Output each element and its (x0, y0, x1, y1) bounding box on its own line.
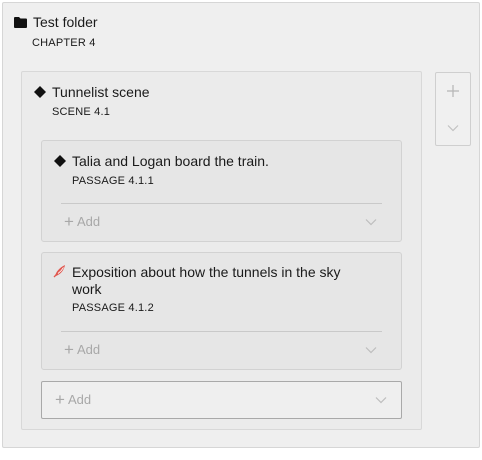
folder-side-controls (435, 72, 471, 146)
passage-add-button[interactable]: + Add (64, 341, 100, 358)
plus-icon: + (55, 390, 65, 409)
diamond-icon (54, 155, 66, 167)
passage-title-line: work (72, 281, 102, 297)
scene-header[interactable]: Tunnelist scene (34, 84, 150, 100)
folder-subtitle: CHAPTER 4 (32, 37, 96, 49)
folder-header[interactable]: Test folder (14, 14, 98, 30)
passage-header[interactable]: Talia and Logan board the train. (54, 153, 269, 169)
add-label: Add (67, 392, 92, 407)
scene-panel (21, 71, 422, 430)
chevron-down-icon[interactable] (365, 346, 377, 354)
diamond-icon (34, 86, 46, 98)
add-label: Add (76, 342, 101, 357)
chevron-down-icon[interactable] (375, 396, 387, 404)
quill-icon (53, 265, 65, 278)
plus-icon (447, 85, 459, 97)
divider (61, 203, 382, 204)
folder-icon (14, 16, 27, 28)
scene-add-row[interactable]: + Add (55, 391, 91, 408)
passage-title-line: Exposition about how the tunnels in the … (72, 264, 341, 280)
passage-add-button[interactable]: + Add (64, 213, 100, 230)
folder-title: Test folder (33, 14, 98, 30)
plus-icon: + (64, 340, 74, 359)
scene-subtitle: SCENE 4.1 (52, 106, 111, 118)
chevron-down-icon (447, 125, 459, 132)
passage-subtitle: PASSAGE 4.1.1 (72, 175, 154, 187)
scene-add-button[interactable] (41, 381, 402, 419)
add-scene-button[interactable] (436, 73, 470, 109)
divider (61, 331, 382, 332)
passage-subtitle: PASSAGE 4.1.2 (72, 302, 154, 314)
chevron-down-icon[interactable] (365, 218, 377, 226)
add-label: Add (76, 214, 101, 229)
plus-icon: + (64, 212, 74, 231)
passage-title: Talia and Logan board the train. (72, 153, 269, 169)
passage-header[interactable]: Exposition about how the tunnels in the … (53, 264, 341, 298)
scene-title: Tunnelist scene (52, 84, 150, 100)
expand-button[interactable] (436, 110, 470, 146)
